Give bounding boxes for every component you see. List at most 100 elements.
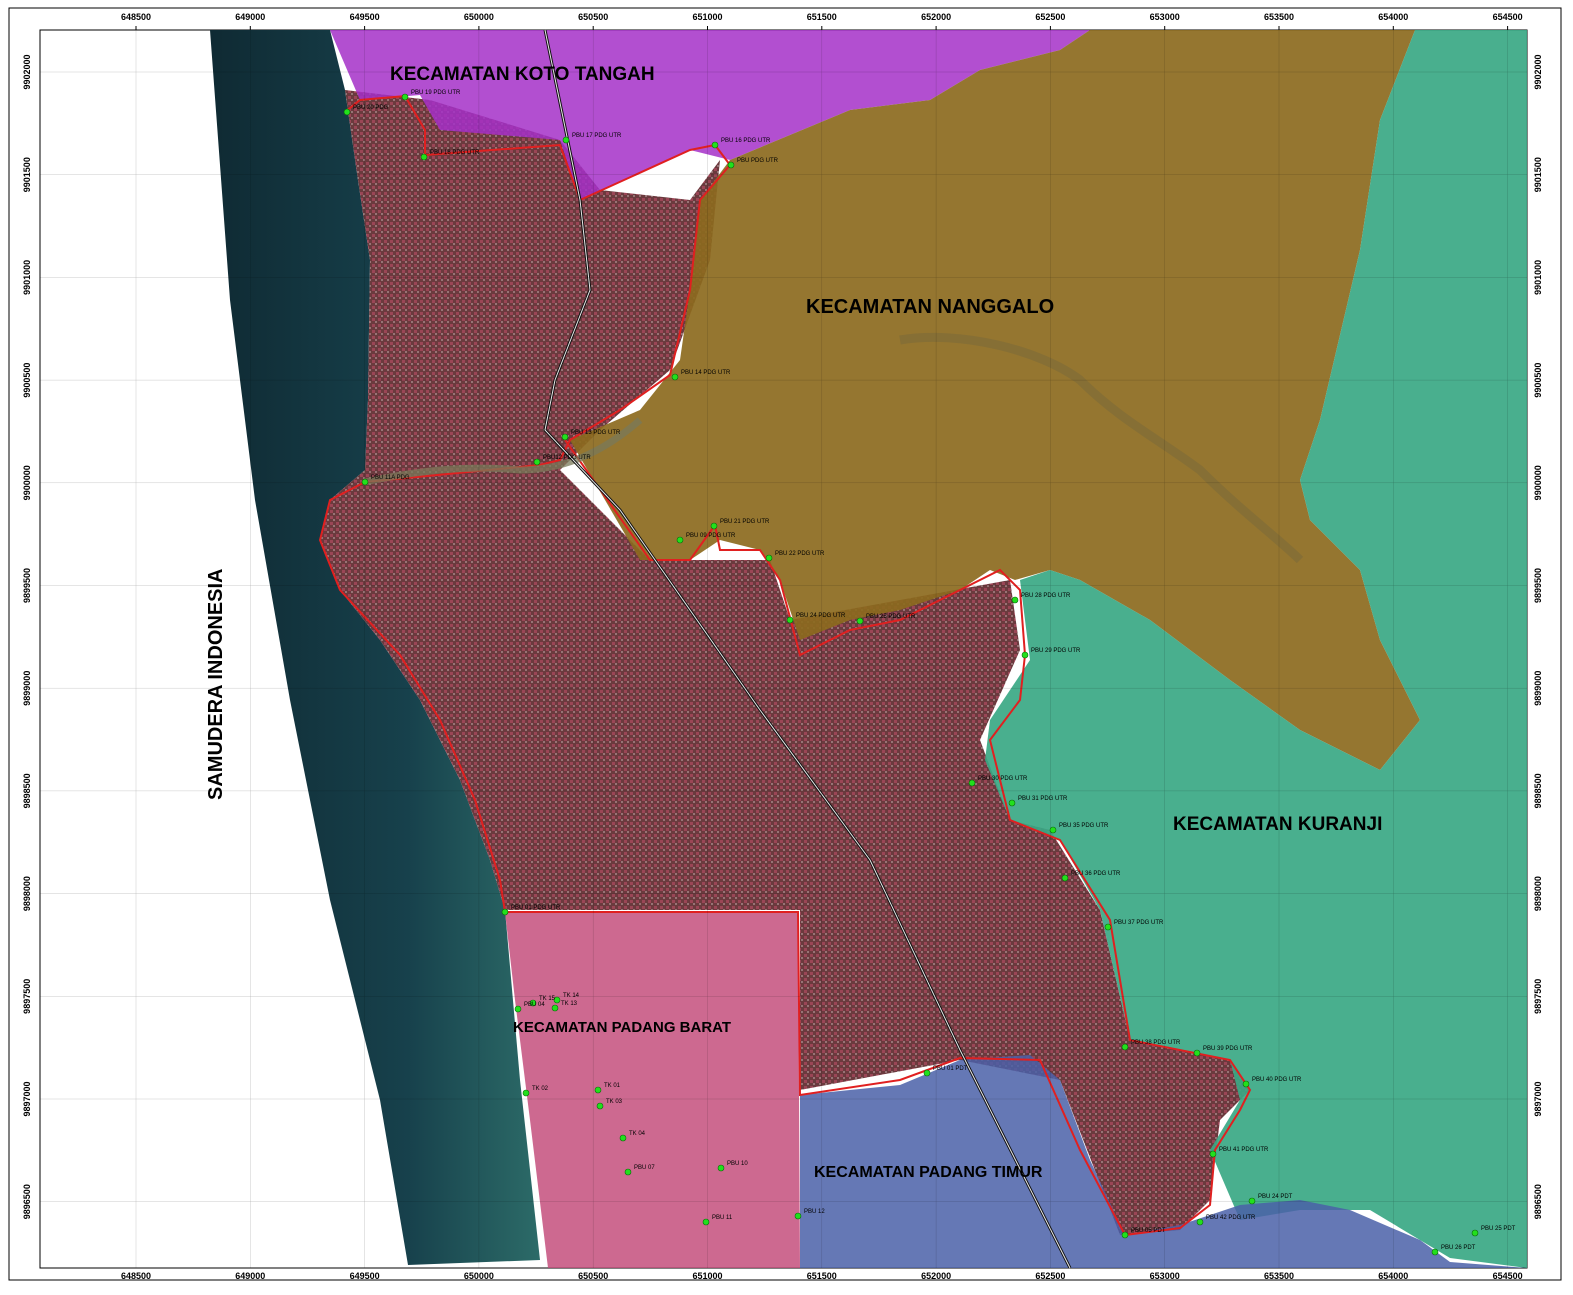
sample-point-marker <box>1104 923 1112 931</box>
district-label-koto-tangah: KECAMATAN KOTO TANGAH <box>390 64 655 85</box>
district-padang-barat <box>505 912 800 1268</box>
sample-point-marker <box>711 141 719 149</box>
sample-point-label: PBU 35 PDG UTR <box>1059 823 1109 829</box>
sample-point-label: TK 04 <box>629 1131 646 1137</box>
sample-point-marker <box>1248 1197 1256 1205</box>
y-tick-labels-right: 9902000 9901500 9901000 9900500 9900000 98995… <box>1533 54 1543 1219</box>
x-tick-label: 648500 <box>121 1271 151 1281</box>
sample-point-marker <box>401 93 409 101</box>
x-tick-label: 652000 <box>921 12 951 22</box>
sample-point-marker <box>361 478 369 486</box>
sample-point-marker <box>1011 596 1019 604</box>
x-tick-label: 654000 <box>1378 12 1408 22</box>
x-tick-label: 651000 <box>692 12 722 22</box>
sample-point-label: PBU 36 PDG UTR <box>1071 871 1121 877</box>
x-tick-label: 653500 <box>1264 1271 1294 1281</box>
sample-point-label: PBU 41 PDG UTR <box>1219 1147 1269 1153</box>
y-tick-label: 9898500 <box>22 773 32 808</box>
sample-point-label: PBU 10 <box>727 1161 748 1167</box>
sample-point-label: PBU 01 PDT <box>933 1066 968 1072</box>
sample-point-label: PBU 11 <box>712 1215 733 1221</box>
sample-point-label: PBU 18 PDG UTR <box>430 150 480 156</box>
sample-point-label: PBU 11A PDG <box>371 475 410 481</box>
y-tick-label: 9899500 <box>22 568 32 603</box>
sample-point-label: PBU 09 PDG UTR <box>686 533 736 539</box>
sample-point-marker <box>710 522 718 530</box>
sample-point-marker <box>676 536 684 544</box>
sample-point-marker <box>671 373 679 381</box>
sample-point-label: PBU 12 <box>804 1209 825 1215</box>
sample-point-label: PBU 38 PDG UTR <box>1131 1040 1181 1046</box>
map-frame: 648500 649000 649500 650000 650500 651000 6515… <box>0 0 1573 1290</box>
y-tick-label: 9899500 <box>1533 568 1543 603</box>
sample-point-label: TK 01 <box>604 1083 621 1089</box>
sample-point-label: PBU 30 PDG UTR <box>978 776 1028 782</box>
sample-point-label: PBU 24 PDT <box>1258 1194 1293 1200</box>
x-tick-label: 651500 <box>807 1271 837 1281</box>
sample-point-marker <box>765 554 773 562</box>
sample-point-marker <box>562 136 570 144</box>
x-tick-label: 649000 <box>235 1271 265 1281</box>
sample-point-label: PBU 14 PDG UTR <box>681 370 731 376</box>
sample-point-marker <box>594 1086 602 1094</box>
sample-point-label: TK 03 <box>606 1099 623 1105</box>
sample-point-marker <box>551 1004 559 1012</box>
sample-point-marker <box>856 617 864 625</box>
x-tick-label: 652000 <box>921 1271 951 1281</box>
sample-point-label: PBU 37 PDG UTR <box>1114 920 1164 926</box>
district-label-padang-barat: KECAMATAN PADANG BARAT <box>513 1019 731 1036</box>
x-tick-label: 650000 <box>464 1271 494 1281</box>
y-tick-label: 9898000 <box>1533 876 1543 911</box>
x-tick-label: 650500 <box>578 12 608 22</box>
y-tick-label: 9899000 <box>22 671 32 706</box>
sample-point-marker <box>1209 1150 1217 1158</box>
sample-point-marker <box>786 616 794 624</box>
x-tick-label: 651000 <box>692 1271 722 1281</box>
y-tick-label: 9898000 <box>22 876 32 911</box>
sample-point-label: PBU 42 PDG UTR <box>1206 1215 1256 1221</box>
district-label-padang-timur: KECAMATAN PADANG TIMUR <box>814 1164 1043 1181</box>
sample-point-marker <box>619 1134 627 1142</box>
sample-point-marker <box>923 1069 931 1077</box>
district-label-nanggalo: KECAMATAN NANGGALO <box>806 296 1054 318</box>
sample-point-label: PBU 25 PDT <box>1481 1226 1516 1232</box>
sample-point-label: PBU 19 PDG UTR <box>411 90 461 96</box>
sample-point-marker <box>794 1212 802 1220</box>
sample-point-marker <box>968 779 976 787</box>
y-tick-label: 9901500 <box>1533 157 1543 192</box>
y-tick-label: 9898500 <box>1533 773 1543 808</box>
district-label-kuranji: KECAMATAN KURANJI <box>1173 814 1382 835</box>
sample-point-label: PBU 28 PDG UTR <box>1021 593 1071 599</box>
sample-point-marker <box>727 161 735 169</box>
sample-point-marker <box>1121 1043 1129 1051</box>
sample-point-label: PBU12 PDG UTR <box>543 455 591 461</box>
ocean-label: SAMUDERA INDONESIA <box>205 569 227 801</box>
sample-point-label: PBU 17 PDG UTR <box>572 133 622 139</box>
x-tick-label: 651500 <box>807 12 837 22</box>
x-tick-label: 653000 <box>1150 12 1180 22</box>
sample-point-label: PBU 25 PDG UTR <box>866 614 916 620</box>
sample-point-marker <box>702 1218 710 1226</box>
y-tick-label: 9896500 <box>22 1184 32 1219</box>
sample-point-marker <box>561 433 569 441</box>
x-tick-label: 649000 <box>235 12 265 22</box>
sample-point-label: PBU 39 PDG UTR <box>1203 1046 1253 1052</box>
sample-point-label: TK 13 <box>561 1001 578 1007</box>
map-canvas: 648500 649000 649500 650000 650500 651000 6515… <box>8 7 1562 1281</box>
sample-point-marker <box>1049 826 1057 834</box>
y-tick-labels-left: 9902000 9901500 9901000 9900500 9900000 98995… <box>22 54 32 1219</box>
sample-point-label: PBU 16 PDG UTR <box>721 138 771 144</box>
x-tick-label: 650000 <box>464 12 494 22</box>
sample-point-marker <box>522 1089 530 1097</box>
x-tick-label: 654500 <box>1493 12 1523 22</box>
x-tick-label: 649500 <box>350 1271 380 1281</box>
sample-point-label: PBU 40 PDG UTR <box>1252 1077 1302 1083</box>
sample-point-marker <box>1242 1080 1250 1088</box>
sample-point-marker <box>1061 874 1069 882</box>
y-tick-label: 9900000 <box>22 465 32 500</box>
sample-point-label: PBU 13 PDG UTR <box>571 430 621 436</box>
y-tick-label: 9901000 <box>1533 260 1543 295</box>
y-tick-label: 9899000 <box>1533 671 1543 706</box>
sample-point-marker <box>717 1164 725 1172</box>
x-tick-labels-top: 648500 649000 649500 650000 650500 651000 6515… <box>121 12 1523 30</box>
